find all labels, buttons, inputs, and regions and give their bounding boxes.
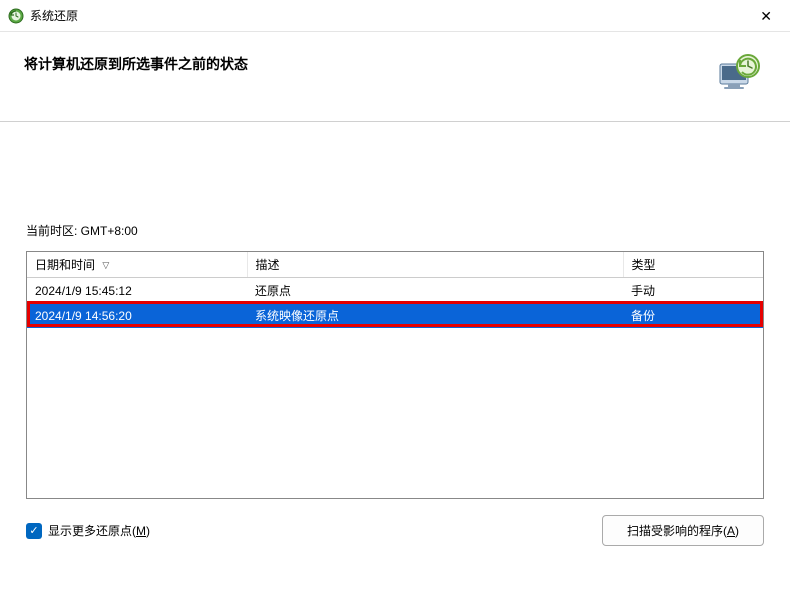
show-more-label: 显示更多还原点(M)	[48, 522, 150, 539]
restore-graphic-icon	[714, 50, 762, 98]
column-header-desc[interactable]: 描述	[247, 252, 623, 278]
table-cell-type: 手动	[623, 278, 763, 304]
restore-points-table[interactable]: 日期和时间 ▽ 描述 类型 2024/1/9 15:45:12还原点手动2024…	[27, 252, 763, 328]
scan-affected-programs-button[interactable]: 扫描受影响的程序(A)	[602, 515, 764, 546]
header-panel: 将计算机还原到所选事件之前的状态	[0, 32, 790, 122]
column-header-type[interactable]: 类型	[623, 252, 763, 278]
table-cell-type: 备份	[623, 303, 763, 328]
window-title: 系统还原	[30, 7, 78, 24]
table-row[interactable]: 2024/1/9 15:45:12还原点手动	[27, 278, 763, 304]
titlebar: 系统还原 ✕	[0, 0, 790, 32]
close-button[interactable]: ✕	[754, 6, 778, 27]
system-restore-icon	[8, 8, 24, 24]
content-area: 当前时区: GMT+8:00 日期和时间 ▽ 描述 类型 2024/1/9 15…	[0, 122, 790, 499]
column-header-date-text: 日期和时间	[35, 258, 95, 272]
table-row[interactable]: 2024/1/9 14:56:20系统映像还原点备份	[27, 303, 763, 328]
bottom-row: ✓ 显示更多还原点(M) 扫描受影响的程序(A)	[0, 499, 790, 546]
table-cell-desc: 还原点	[247, 278, 623, 304]
checkbox-checked-icon: ✓	[26, 523, 42, 539]
table-cell-desc: 系统映像还原点	[247, 303, 623, 328]
sort-indicator-icon: ▽	[102, 260, 109, 271]
show-more-checkbox[interactable]: ✓ 显示更多还原点(M)	[26, 522, 150, 539]
column-header-date[interactable]: 日期和时间 ▽	[27, 252, 247, 278]
table-cell-date: 2024/1/9 14:56:20	[27, 303, 247, 328]
table-cell-date: 2024/1/9 15:45:12	[27, 278, 247, 304]
restore-points-table-wrap: 日期和时间 ▽ 描述 类型 2024/1/9 15:45:12还原点手动2024…	[26, 251, 764, 499]
timezone-label: 当前时区: GMT+8:00	[26, 222, 764, 239]
header-title: 将计算机还原到所选事件之前的状态	[24, 54, 248, 74]
